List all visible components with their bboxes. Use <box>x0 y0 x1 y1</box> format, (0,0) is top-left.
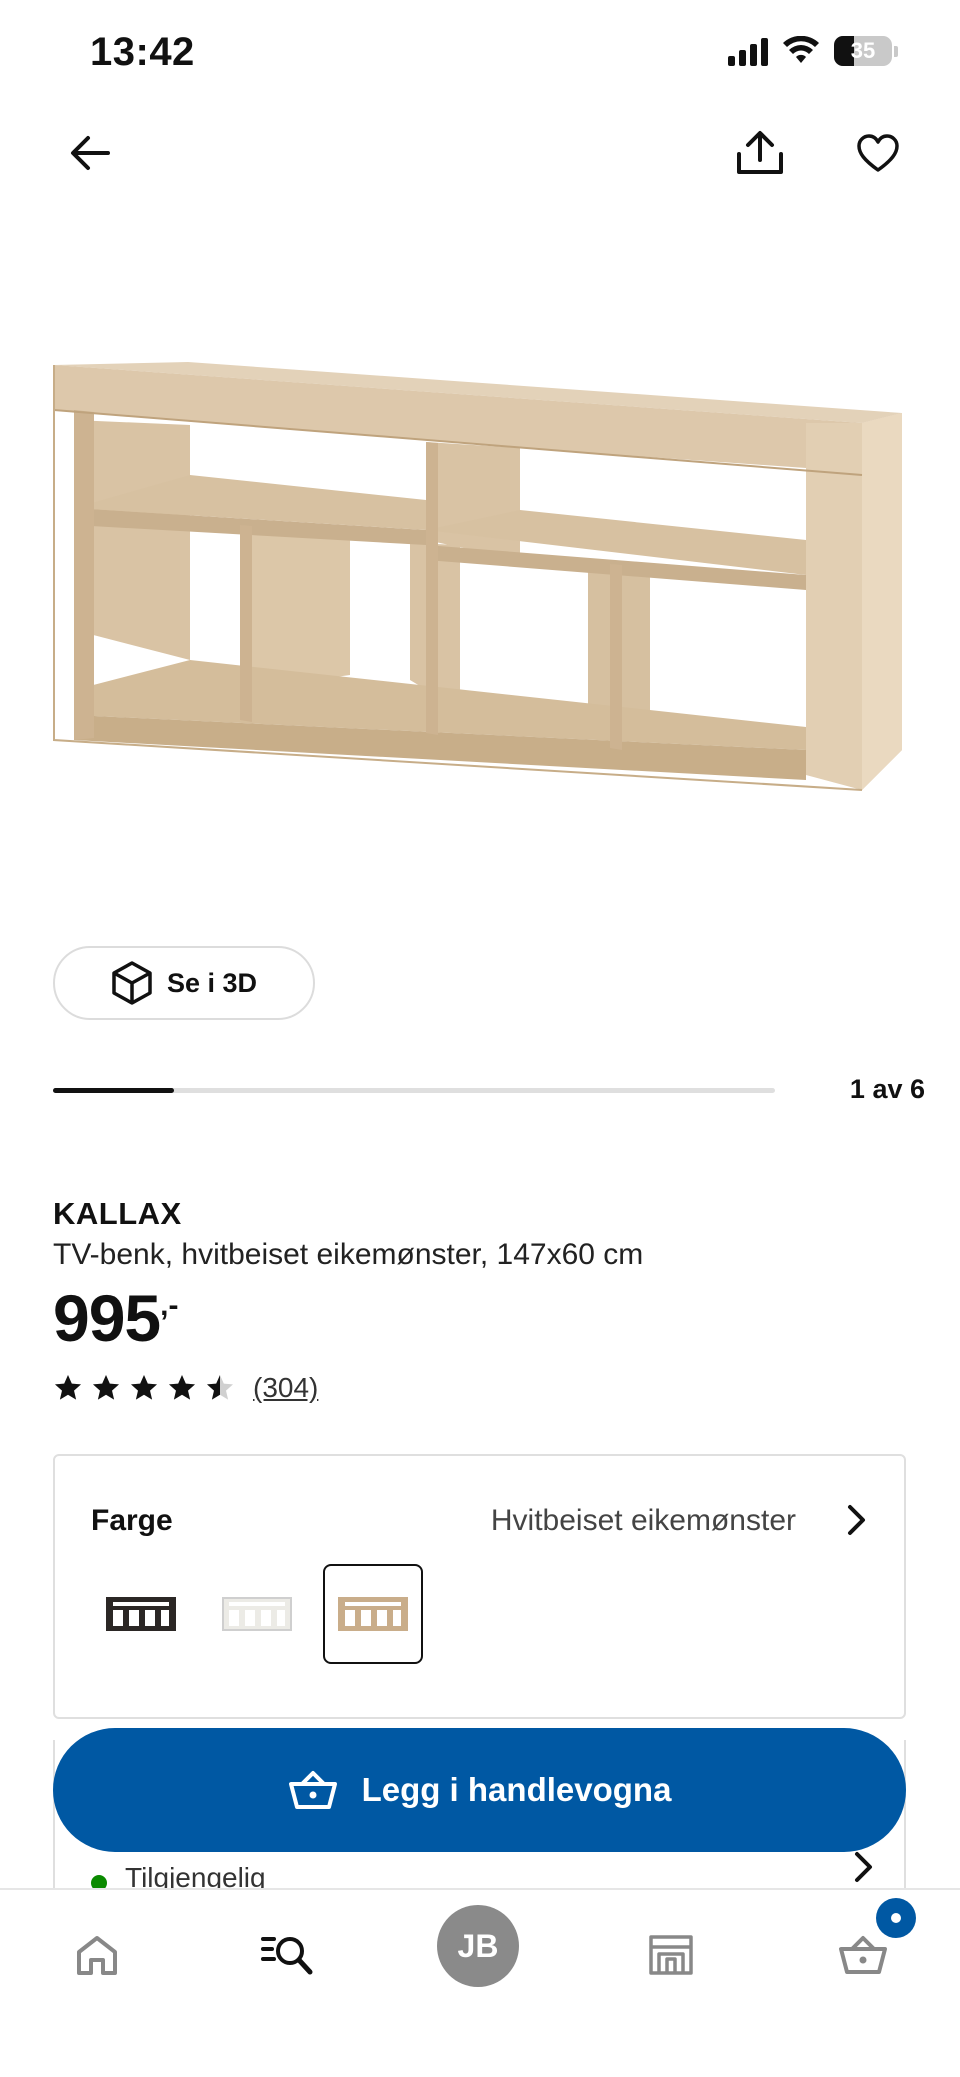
gallery-counter: 1 av 6 <box>849 1074 925 1104</box>
profile-avatar[interactable]: JB <box>437 1905 519 1987</box>
star-icon <box>169 1375 195 1400</box>
color-selector[interactable]: Farge Hvitbeiset eikemønster <box>53 1454 906 1719</box>
selected-color-value: Hvitbeiset eikemønster <box>490 1504 796 1537</box>
add-to-cart-button[interactable]: Legg i handlevogna <box>53 1728 906 1852</box>
view-3d-button[interactable]: Se i 3D <box>53 946 315 1020</box>
cart-badge <box>876 1898 916 1938</box>
shelf-thumbnail <box>338 1597 408 1631</box>
search-list-icon <box>261 1937 313 1975</box>
status-bar: 13:42 35 <box>0 0 960 110</box>
tab-stores[interactable] <box>626 1910 716 2000</box>
share-button[interactable] <box>725 118 795 188</box>
signal-icon <box>728 36 768 66</box>
product-description: TV-benk, hvitbeiset eikemønster, 147x60 … <box>53 1238 644 1271</box>
battery-level: 35 <box>850 38 876 63</box>
shelf-thumbnail <box>222 1597 292 1631</box>
favorite-button[interactable] <box>843 118 913 188</box>
rating-row[interactable]: (304) <box>53 1372 318 1404</box>
cube-icon <box>112 961 152 1005</box>
product-image[interactable] <box>40 330 920 850</box>
chevron-right-icon <box>855 1852 872 1882</box>
chevron-right-icon <box>848 1505 865 1535</box>
heart-icon <box>857 134 899 172</box>
battery-icon: 35 <box>834 36 892 66</box>
star-icon <box>93 1375 119 1400</box>
color-label: Farge <box>91 1504 173 1537</box>
product-name: KALLAX <box>53 1196 182 1231</box>
star-icon <box>207 1375 233 1400</box>
review-count-link[interactable]: (304) <box>253 1372 318 1404</box>
bottom-tab-bar: JB <box>0 1888 960 2077</box>
color-swatch[interactable] <box>91 1564 191 1664</box>
status-time: 13:42 <box>90 30 195 74</box>
tab-home[interactable] <box>52 1910 142 2000</box>
wifi-icon <box>783 36 819 63</box>
color-swatch[interactable] <box>323 1564 423 1664</box>
price-suffix: ,- <box>160 1289 179 1322</box>
star-icon <box>55 1375 81 1400</box>
gallery-progress-fill <box>53 1088 174 1093</box>
basket-icon <box>288 1771 337 1809</box>
store-icon <box>649 1935 693 1975</box>
basket-icon <box>839 1936 887 1974</box>
star-icon <box>131 1375 157 1400</box>
color-swatches <box>91 1564 423 1664</box>
shelf-thumbnail <box>106 1597 176 1631</box>
tab-search[interactable] <box>242 1910 332 2000</box>
color-chevron-button[interactable] <box>834 1498 878 1542</box>
gallery-progress <box>53 1088 775 1093</box>
view-3d-label: Se i 3D <box>166 967 258 998</box>
battery-tip <box>894 45 898 57</box>
color-swatch[interactable] <box>207 1564 307 1664</box>
price-value: 995 <box>53 1281 161 1355</box>
home-icon <box>77 1936 117 1975</box>
share-icon <box>737 131 783 174</box>
add-to-cart-label: Legg i handlevogna <box>361 1771 672 1808</box>
back-button[interactable] <box>55 118 125 188</box>
star-rating <box>53 1373 235 1403</box>
back-arrow-icon <box>71 136 110 170</box>
price: 995 ,- <box>53 1285 178 1351</box>
status-icons: 35 <box>728 36 898 66</box>
